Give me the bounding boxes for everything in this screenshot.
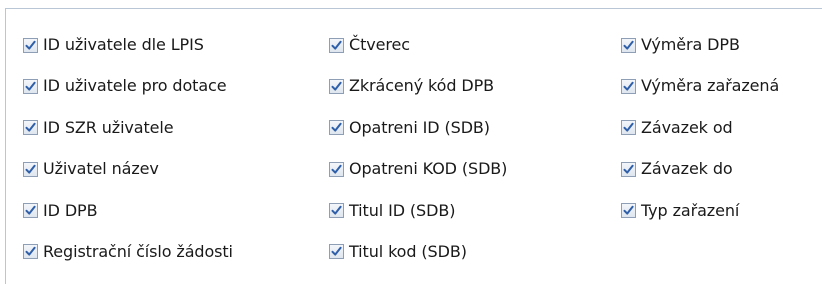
option-column-3: Výměra DPB Výměra zařazená Závazek od Závaz… — [621, 32, 779, 239]
checkbox-option[interactable]: ID SZR uživatele — [23, 115, 233, 141]
checkbox-label: Závazek od — [641, 117, 733, 137]
checkbox-option[interactable]: Registrační číslo žádosti — [23, 239, 233, 265]
checkbox[interactable] — [621, 37, 636, 53]
check-mark-icon — [25, 205, 36, 215]
check-mark-icon — [623, 40, 634, 50]
checkbox-option[interactable]: Opatreni ID (SDB) — [329, 115, 507, 141]
checkbox-option[interactable]: Titul ID (SDB) — [329, 198, 507, 224]
checkbox-label: Titul ID (SDB) — [349, 200, 456, 220]
checkbox-label: Registrační číslo žádosti — [43, 241, 233, 261]
checkbox-label: ID SZR uživatele — [43, 117, 174, 137]
checkbox-label: Opatreni KOD (SDB) — [349, 159, 508, 179]
check-mark-icon — [623, 81, 634, 91]
checkbox[interactable] — [329, 203, 344, 219]
checkbox[interactable] — [23, 244, 38, 260]
check-mark-icon — [25, 247, 36, 257]
checkbox[interactable] — [329, 161, 344, 177]
check-mark-icon — [623, 123, 634, 132]
checkbox-option[interactable]: Zkrácený kód DPB — [329, 73, 507, 99]
checkbox[interactable] — [329, 244, 344, 260]
checkbox[interactable] — [329, 37, 344, 53]
check-mark-icon — [331, 247, 342, 257]
checkbox-option[interactable]: Výměra zařazená — [621, 73, 779, 99]
checkbox-option[interactable]: Typ zařazení — [621, 198, 779, 224]
check-mark-icon — [25, 40, 36, 50]
checkbox-label: Uživatel název — [43, 159, 159, 179]
checkbox[interactable] — [23, 203, 38, 219]
checkbox-label: Titul kod (SDB) — [349, 241, 467, 261]
checkbox[interactable] — [621, 203, 636, 219]
checkbox[interactable] — [329, 120, 344, 136]
check-mark-icon — [25, 81, 36, 91]
checkbox-label: Zkrácený kód DPB — [349, 76, 495, 96]
check-mark-icon — [25, 164, 36, 174]
checkbox[interactable] — [23, 120, 38, 136]
checkbox[interactable] — [621, 161, 636, 177]
checkbox-option[interactable]: ID DPB — [23, 198, 233, 224]
check-mark-icon — [623, 164, 634, 174]
checkbox[interactable] — [23, 78, 38, 94]
checkbox-option[interactable]: ID uživatele dle LPIS — [23, 32, 233, 58]
checkbox[interactable] — [621, 120, 636, 136]
checkbox-option[interactable]: Závazek do — [621, 156, 779, 182]
check-mark-icon — [331, 164, 342, 174]
column-selection-panel: ID uživatele dle LPIS ID uživatele pro do… — [5, 8, 822, 284]
checkbox-label: Čtverec — [349, 35, 410, 54]
check-mark-icon — [623, 205, 634, 215]
check-mark-icon — [331, 81, 342, 91]
checkbox-option[interactable]: Uživatel název — [23, 156, 233, 182]
option-column-1: ID uživatele dle LPIS ID uživatele pro do… — [23, 32, 233, 280]
checkbox-option[interactable]: Opatreni KOD (SDB) — [329, 156, 507, 182]
option-column-2: Čtverec Zkrácený kód DPB Opatreni ID (SDB)… — [329, 32, 507, 280]
checkbox-label: Závazek do — [641, 159, 733, 179]
checkbox[interactable] — [23, 161, 38, 177]
checkbox[interactable] — [23, 37, 38, 53]
checkbox-option[interactable]: ID uživatele pro dotace — [23, 73, 233, 99]
checkbox-label: ID uživatele pro dotace — [43, 76, 227, 96]
checkbox-label: ID uživatele dle LPIS — [43, 35, 204, 54]
checkbox-option[interactable]: Čtverec — [329, 32, 507, 58]
checkbox-option[interactable]: Závazek od — [621, 115, 779, 141]
check-mark-icon — [331, 205, 342, 215]
check-mark-icon — [331, 40, 342, 50]
check-mark-icon — [331, 123, 342, 132]
check-mark-icon — [25, 123, 36, 132]
checkbox-label: Opatreni ID (SDB) — [349, 117, 490, 137]
checkbox[interactable] — [329, 78, 344, 94]
checkbox-label: Výměra zařazená — [641, 76, 780, 96]
checkbox-label: Výměra DPB — [641, 35, 740, 54]
checkbox-option[interactable]: Titul kod (SDB) — [329, 239, 507, 265]
checkbox-option[interactable]: Výměra DPB — [621, 32, 779, 58]
checkbox-label: ID DPB — [43, 200, 98, 220]
checkbox[interactable] — [621, 78, 636, 94]
checkbox-label: Typ zařazení — [641, 200, 740, 220]
